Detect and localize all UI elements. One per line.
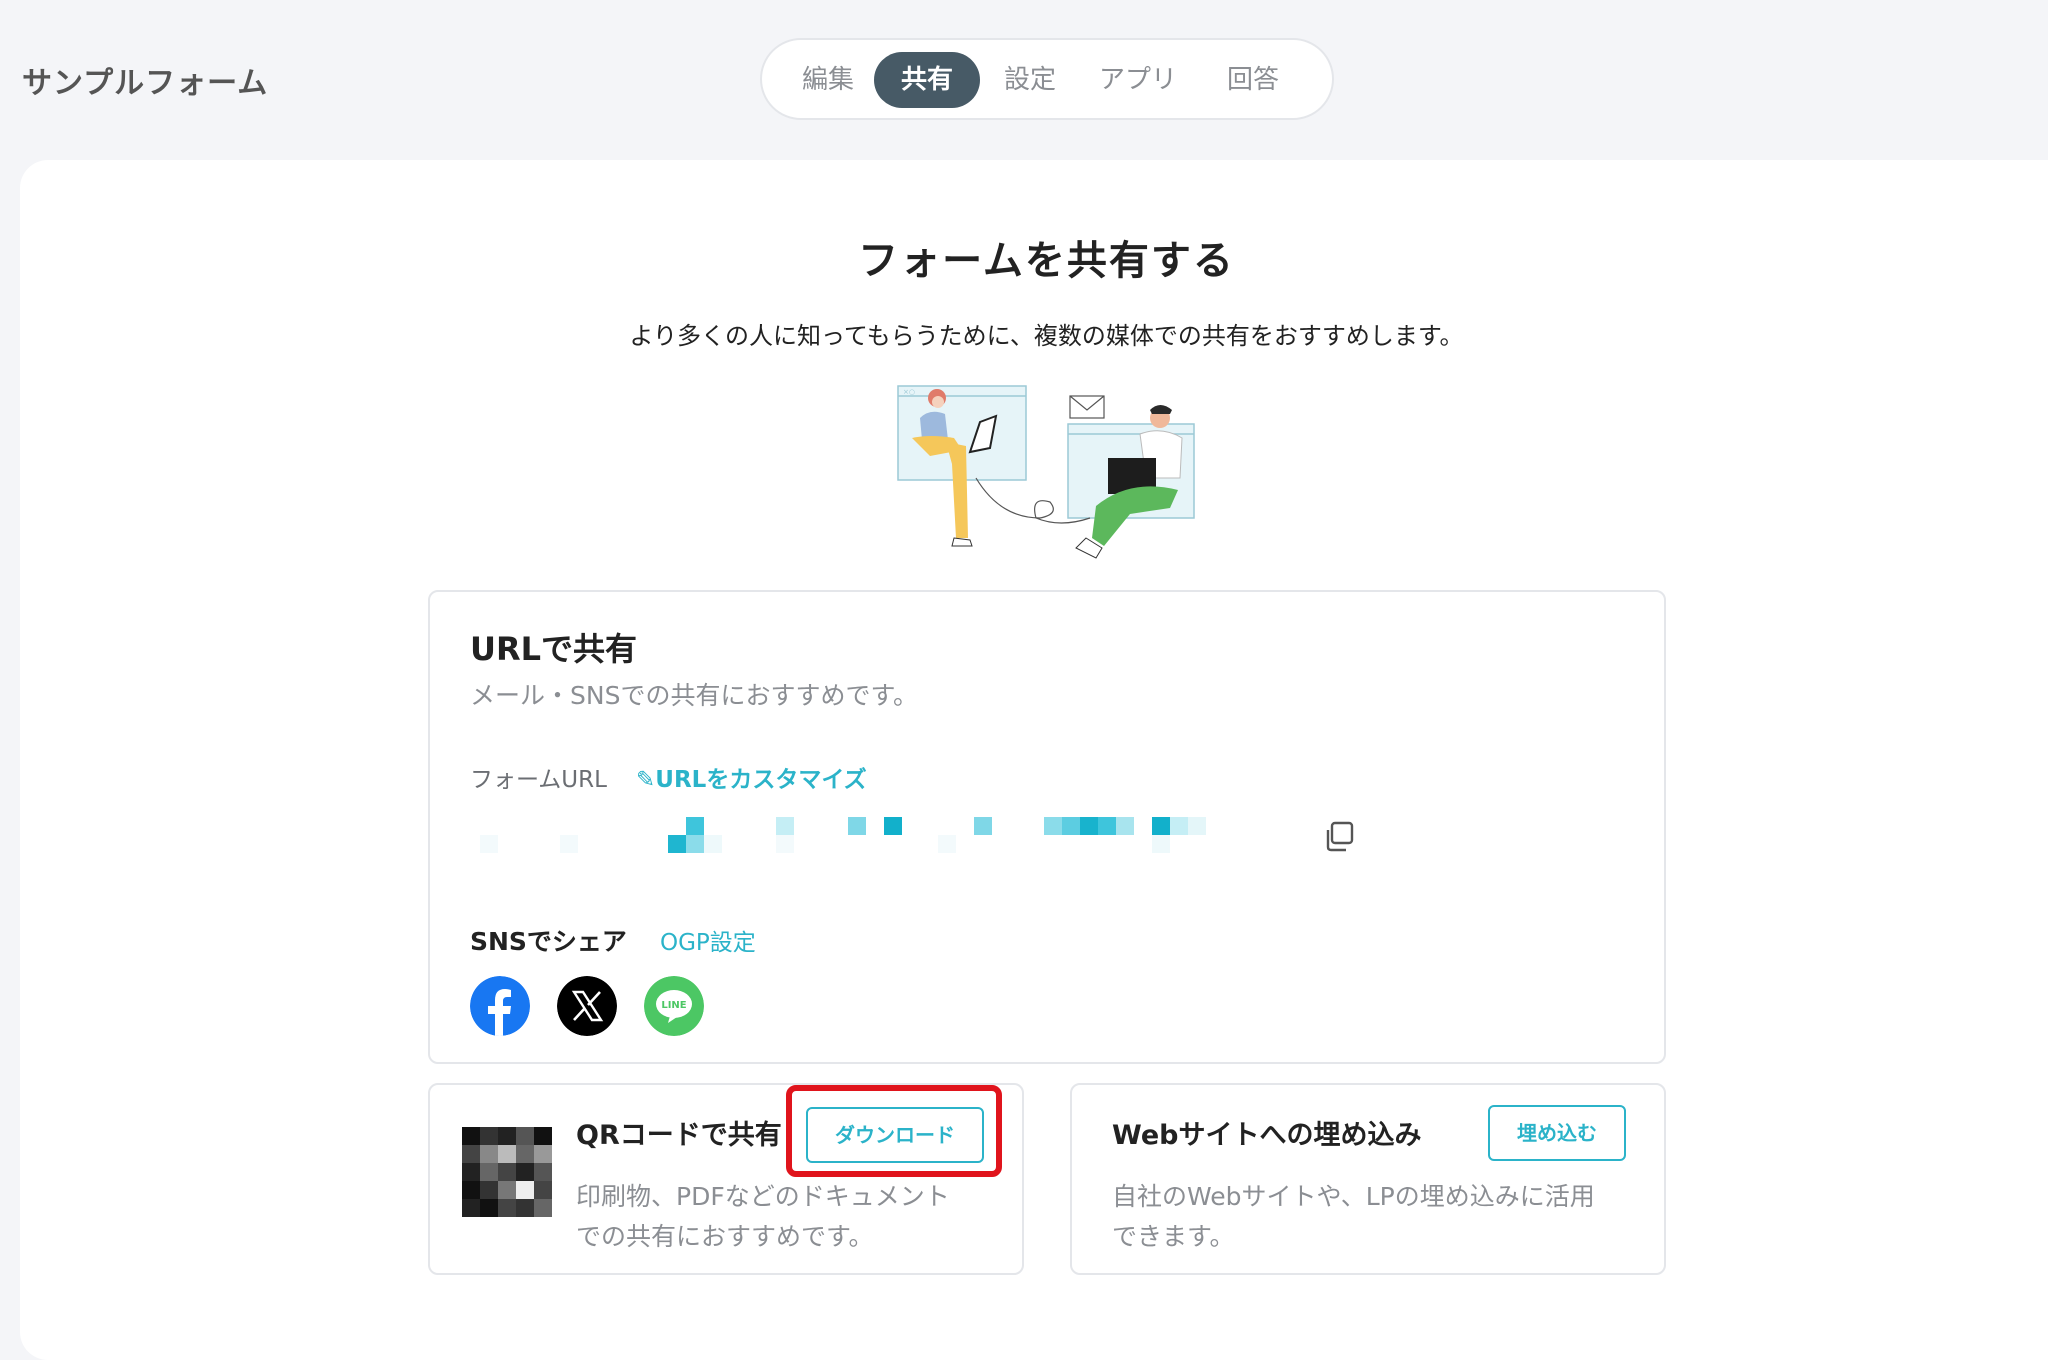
embed-share-description-line1: 自社のWebサイトや、LPの埋め込みに活用	[1112, 1182, 1595, 1211]
tab-apps[interactable]: アプリ	[1080, 52, 1196, 108]
x-icon[interactable]	[557, 976, 617, 1036]
pencil-icon: ✎	[636, 767, 656, 793]
facebook-icon[interactable]	[470, 976, 530, 1036]
url-share-card: URLで共有 メール・SNSでの共有におすすめです。 フォームURL ✎URLを…	[428, 590, 1666, 1064]
qr-share-title: QRコードで共有	[576, 1120, 782, 1151]
qr-share-description-line2: での共有におすすめです。	[576, 1222, 874, 1251]
svg-text:×○: ×○	[903, 388, 915, 396]
embed-share-card: Webサイトへの埋め込み 埋め込む 自社のWebサイトや、LPの埋め込みに活用 …	[1070, 1083, 1666, 1275]
page-heading: フォームを共有する	[858, 238, 1235, 284]
customize-url-link[interactable]: ✎URLをカスタマイズ	[636, 760, 867, 794]
url-share-title: URLで共有	[470, 630, 638, 668]
customize-url-label: URLをカスタマイズ	[655, 767, 867, 793]
qr-share-description: 印刷物、PDFなどのドキュメント での共有におすすめです。	[576, 1177, 950, 1257]
embed-share-description-line2: できます。	[1112, 1222, 1235, 1251]
tab-share[interactable]: 共有	[874, 52, 980, 108]
tab-responses[interactable]: 回答	[1198, 52, 1308, 108]
tab-edit[interactable]: 編集	[780, 52, 876, 108]
form-url-value[interactable]	[470, 817, 1290, 855]
form-url-label: フォームURL	[470, 767, 607, 793]
qr-share-description-line1: 印刷物、PDFなどのドキュメント	[576, 1182, 950, 1211]
form-title: サンプルフォーム	[22, 66, 269, 101]
embed-share-title: Webサイトへの埋め込み	[1112, 1120, 1422, 1151]
url-share-description: メール・SNSでの共有におすすめです。	[470, 681, 918, 710]
embed-button[interactable]: 埋め込む	[1488, 1105, 1626, 1161]
svg-text:LINE: LINE	[661, 1000, 686, 1011]
sns-share-label: SNSでシェア	[470, 927, 627, 956]
page-subtitle: より多くの人に知ってもらうために、複数の媒体での共有をおすすめします。	[629, 322, 1464, 350]
sharing-illustration: ×○	[897, 385, 1195, 559]
highlight-annotation	[786, 1085, 1002, 1177]
copy-icon[interactable]	[1323, 820, 1357, 854]
tab-settings[interactable]: 設定	[980, 52, 1080, 108]
embed-share-description: 自社のWebサイトや、LPの埋め込みに活用 できます。	[1112, 1177, 1595, 1257]
ogp-settings-link[interactable]: OGP設定	[660, 923, 756, 957]
line-icon[interactable]: LINE	[644, 976, 704, 1036]
tab-bar: 編集 共有 設定 アプリ 回答	[760, 38, 1334, 120]
qr-code-thumbnail	[462, 1127, 552, 1217]
